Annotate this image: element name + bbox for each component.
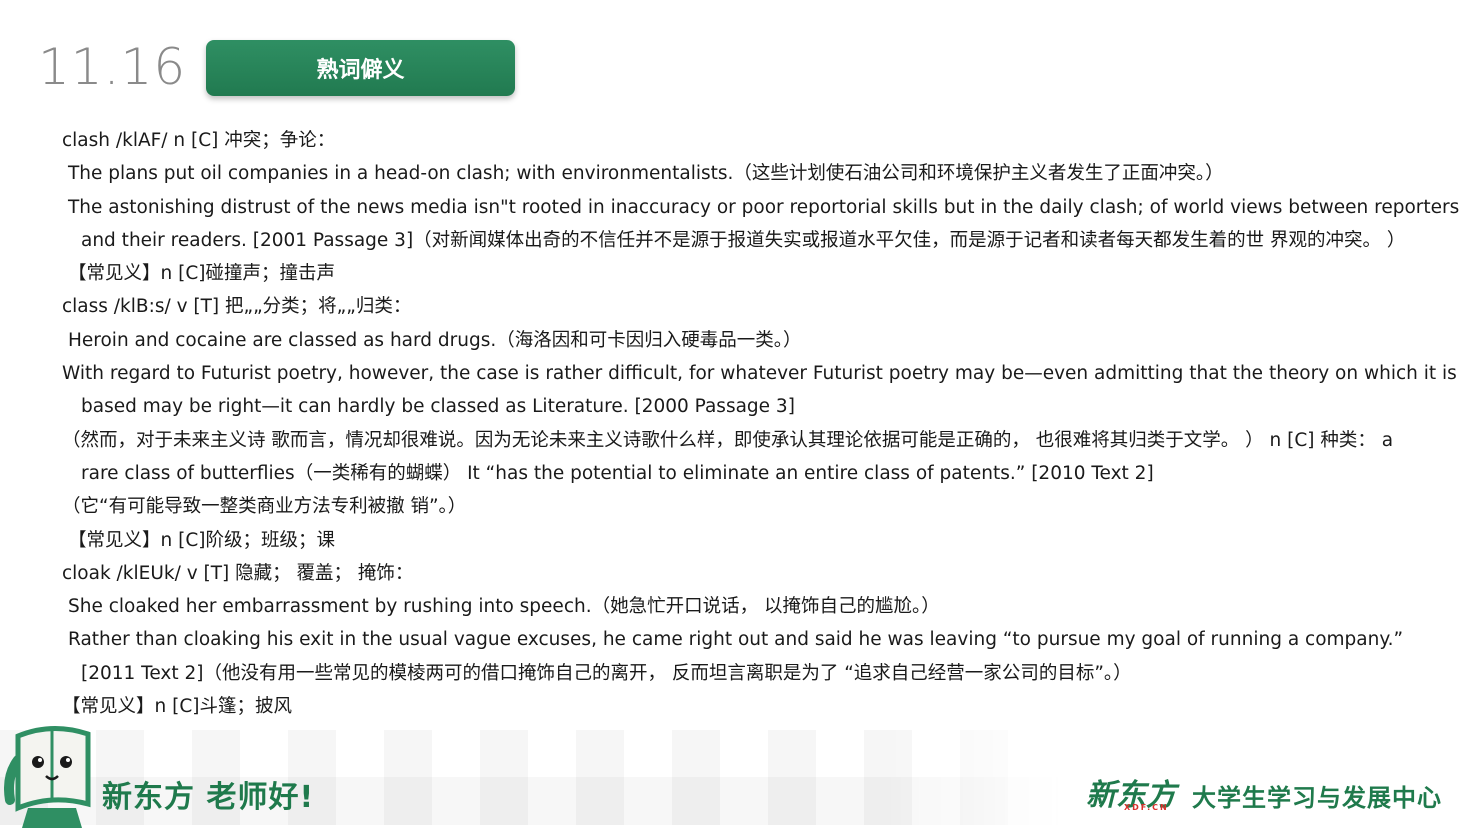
entry-line: The astonishing distrust of the news med… [68, 196, 1460, 218]
center-name: 大学生学习与发展中心 [1192, 784, 1442, 812]
entry-line: cloak /klEUk/ v [T] 隐藏； 覆盖； 掩饰： [62, 562, 414, 584]
entry-line: and their readers. [2001 Passage 3]（对新闻媒… [81, 229, 1406, 251]
slogan-text: 新东方 老师好! [102, 780, 315, 815]
entry-line: Rather than cloaking his exit in the usu… [68, 629, 1404, 651]
entry-line: The plans put oil companies in a head-on… [68, 163, 1224, 185]
entry-line: 【常见义】n [C]碰撞声；撞击声 [68, 263, 335, 285]
entry-line: based may be right—it can hardly be clas… [81, 396, 795, 418]
book-mascot-icon [4, 725, 91, 828]
entry-line: Heroin and cocaine are classed as hard d… [68, 329, 802, 351]
entry-line: With regard to Futurist poetry, however,… [62, 363, 1457, 385]
vocabulary-content: clash /klAF/ n [C] 冲突；争论： The plans put … [62, 124, 1460, 723]
brand-logo-domain: XDF.CN [1124, 803, 1169, 812]
entry-line: clash /klAF/ n [C] 冲突；争论： [62, 130, 336, 151]
entry-line: 【常见义】n [C]斗篷；披风 [62, 696, 292, 718]
entry-line: rare class of butterflies（一类稀有的蝴蝶） It “h… [81, 462, 1154, 484]
date-label: 11.16 [38, 38, 187, 96]
section-badge: 熟词僻义 [206, 40, 515, 96]
entry-line: 【常见义】n [C]阶级；班级；课 [68, 529, 335, 551]
entry-line: （然而，对于未来主义诗 歌而言，情况却很难说。因为无论未来主义诗歌什么样，即使承… [62, 429, 1394, 451]
entry-line: She cloaked her embarrassment by rushing… [68, 596, 940, 618]
entry-line: class /klB:s/ v [T] 把„„分类；将„„归类： [62, 296, 412, 318]
entry-line: [2011 Text 2]（他没有用一些常见的模棱两可的借口掩饰自己的离开， 反… [81, 662, 1132, 684]
entry-line: （它“有可能导致一整类商业方法专利被撤 销”。） [62, 496, 467, 518]
